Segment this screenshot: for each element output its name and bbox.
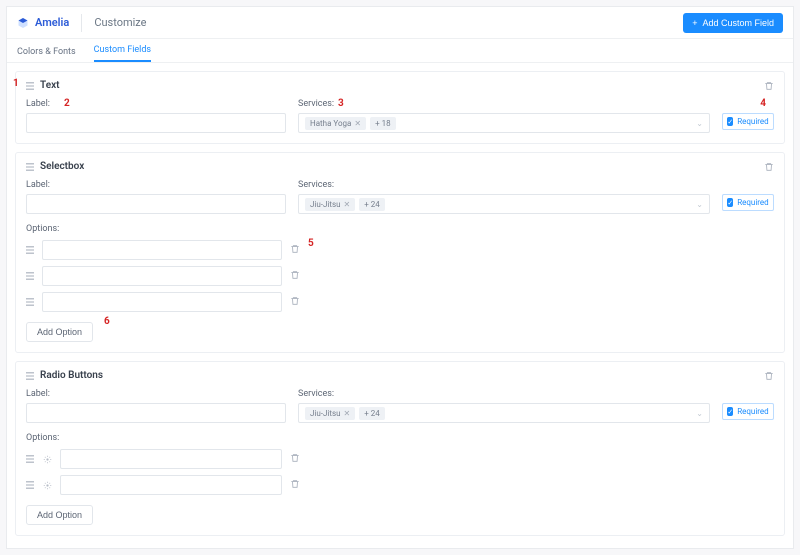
label-input[interactable] <box>26 194 286 214</box>
label-heading: Label: <box>26 389 286 399</box>
services-heading: Services: <box>298 389 710 399</box>
delete-option-icon[interactable] <box>290 479 300 492</box>
services-heading: Services: <box>298 99 710 109</box>
drag-handle-icon[interactable] <box>26 246 34 254</box>
delete-field-icon[interactable] <box>764 81 774 91</box>
chevron-down-icon: ⌄ <box>696 409 703 418</box>
card-type-title: Selectbox <box>40 161 84 172</box>
service-tag: Jiu-Jitsu ✕ <box>305 198 355 211</box>
gear-icon[interactable] <box>42 454 52 464</box>
delete-field-icon[interactable] <box>764 162 774 172</box>
page-title: Customize <box>94 16 146 29</box>
brand: Amelia <box>17 16 69 29</box>
service-tag-label: Hatha Yoga <box>310 119 351 128</box>
option-row <box>26 240 774 260</box>
required-label: Required <box>737 198 768 207</box>
chevron-down-icon: ⌄ <box>696 200 703 209</box>
card-type-title: Text <box>40 80 60 91</box>
option-row <box>26 475 774 495</box>
service-tag: Hatha Yoga ✕ <box>305 117 366 130</box>
service-tag-more: + 18 <box>370 117 396 130</box>
service-tag-label: Jiu-Jitsu <box>310 200 341 209</box>
chevron-down-icon: ⌄ <box>696 119 703 128</box>
card-type-title: Radio Buttons <box>40 370 103 381</box>
tab-custom-fields[interactable]: Custom Fields <box>94 45 151 62</box>
option-input[interactable] <box>60 449 282 469</box>
gear-icon[interactable] <box>42 480 52 490</box>
drag-handle-icon[interactable] <box>26 481 34 489</box>
spacer-label <box>722 180 774 190</box>
topbar: Amelia Customize + Add Custom Field <box>7 7 793 39</box>
delete-option-icon[interactable] <box>290 296 300 309</box>
add-custom-field-button[interactable]: + Add Custom Field <box>683 13 783 33</box>
checkbox-checked-icon: ✓ <box>727 198 733 207</box>
drag-handle-icon[interactable] <box>26 455 34 463</box>
delete-option-icon[interactable] <box>290 244 300 257</box>
brand-name: Amelia <box>35 16 69 29</box>
add-custom-field-label: Add Custom Field <box>702 18 774 28</box>
options-heading: Options: <box>26 224 774 234</box>
required-toggle[interactable]: ✓ Required <box>722 403 774 420</box>
service-tag-label: Jiu-Jitsu <box>310 409 341 418</box>
options-heading: Options: <box>26 433 774 443</box>
option-input[interactable] <box>42 240 282 260</box>
spacer-label <box>722 99 774 109</box>
services-select[interactable]: Jiu-Jitsu ✕ + 24 ⌄ <box>298 194 710 214</box>
custom-field-card-radio: Radio Buttons Label: Services: Ji <box>15 361 785 536</box>
drag-handle-icon[interactable] <box>26 82 34 90</box>
option-input[interactable] <box>42 292 282 312</box>
drag-handle-icon[interactable] <box>26 163 34 171</box>
label-input[interactable] <box>26 403 286 423</box>
spacer-label <box>722 389 774 399</box>
custom-field-card-selectbox: Selectbox Label: Services: Jiu-Ji <box>15 152 785 353</box>
required-toggle[interactable]: ✓ Required <box>722 113 774 130</box>
service-tag-more: + 24 <box>359 198 385 211</box>
services-select[interactable]: Jiu-Jitsu ✕ + 24 ⌄ <box>298 403 710 423</box>
checkbox-checked-icon: ✓ <box>727 117 733 126</box>
delete-option-icon[interactable] <box>290 270 300 283</box>
delete-field-icon[interactable] <box>764 371 774 381</box>
remove-tag-icon[interactable]: ✕ <box>354 119 361 128</box>
vertical-divider <box>81 14 82 32</box>
remove-tag-icon[interactable]: ✕ <box>344 409 351 418</box>
option-row <box>26 292 774 312</box>
label-heading: Label: <box>26 99 286 109</box>
plus-icon: + <box>692 18 697 28</box>
service-tag-more: + 24 <box>359 407 385 420</box>
annotation-6: 6 <box>104 316 110 327</box>
remove-tag-icon[interactable]: ✕ <box>344 200 351 209</box>
tabs: Colors & Fonts Custom Fields <box>7 39 793 63</box>
option-input[interactable] <box>42 266 282 286</box>
add-option-button[interactable]: Add Option <box>26 322 93 342</box>
option-row <box>26 266 774 286</box>
required-label: Required <box>737 117 768 126</box>
drag-handle-icon[interactable] <box>26 372 34 380</box>
tab-colors-fonts[interactable]: Colors & Fonts <box>17 47 76 62</box>
required-label: Required <box>737 407 768 416</box>
add-option-button[interactable]: Add Option <box>26 505 93 525</box>
annotation-1: 1 <box>13 78 19 89</box>
services-select[interactable]: Hatha Yoga ✕ + 18 ⌄ <box>298 113 710 133</box>
brand-logo-icon <box>17 17 29 29</box>
delete-option-icon[interactable] <box>290 453 300 466</box>
required-toggle[interactable]: ✓ Required <box>722 194 774 211</box>
services-heading: Services: <box>298 180 710 190</box>
label-heading: Label: <box>26 180 286 190</box>
checkbox-checked-icon: ✓ <box>727 407 733 416</box>
label-input[interactable] <box>26 113 286 133</box>
option-row <box>26 449 774 469</box>
service-tag: Jiu-Jitsu ✕ <box>305 407 355 420</box>
custom-field-card-text: 1 2 3 4 Text Label: <box>15 71 785 144</box>
content-area: 1 2 3 4 Text Label: <box>7 63 793 548</box>
drag-handle-icon[interactable] <box>26 298 34 306</box>
option-input[interactable] <box>60 475 282 495</box>
drag-handle-icon[interactable] <box>26 272 34 280</box>
